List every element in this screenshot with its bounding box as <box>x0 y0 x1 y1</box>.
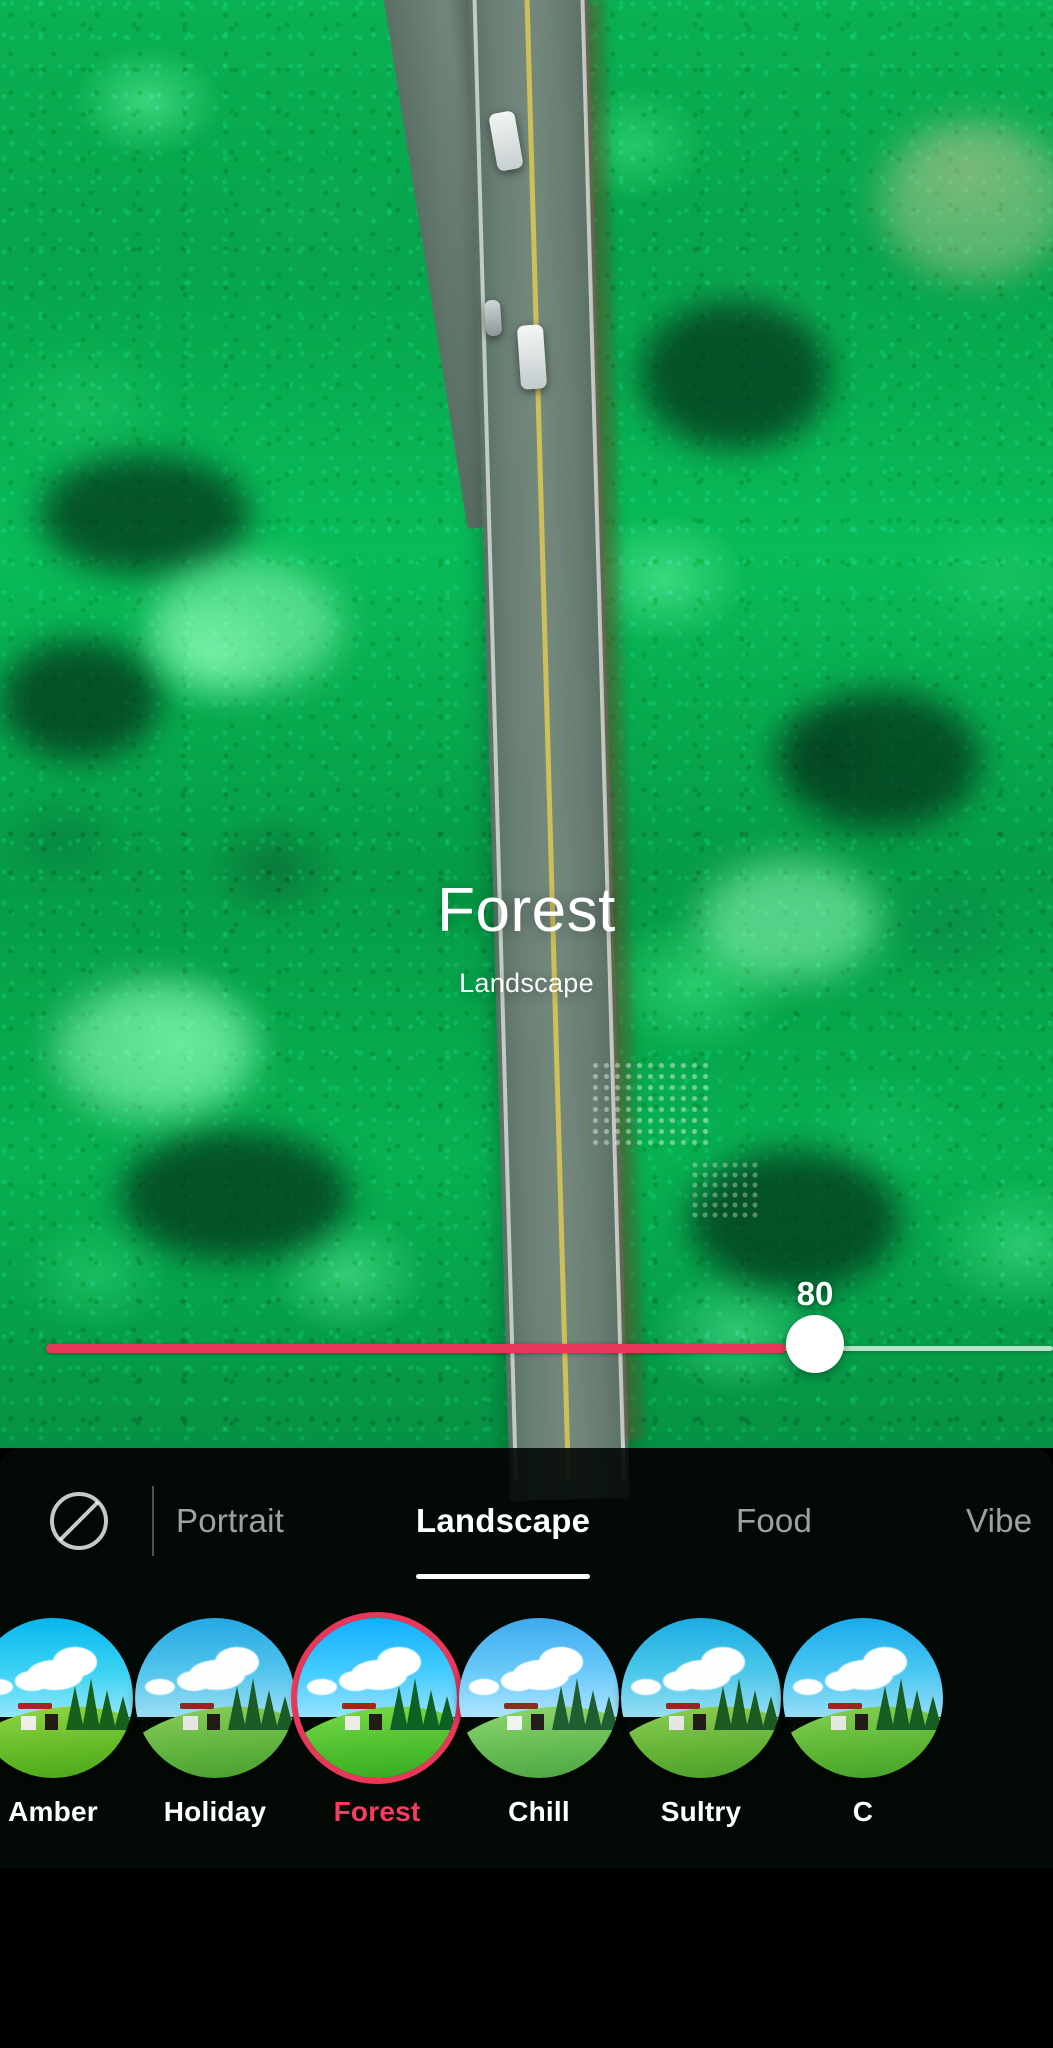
slider-value-label: 80 <box>760 1275 870 1313</box>
slider-fill <box>46 1344 786 1353</box>
category-tabbar: Portrait Landscape Food Vibe <box>0 1448 1053 1608</box>
filter-preview-image <box>459 1618 619 1778</box>
photo-preview[interactable]: Forest Landscape <box>0 0 1053 1448</box>
filter-thumbnail[interactable] <box>621 1618 781 1778</box>
filter-reel[interactable]: AmberHolidayForestChillSultryC <box>0 1618 1053 1868</box>
filter-thumbnail[interactable] <box>459 1618 619 1778</box>
filter-thumbnail[interactable] <box>783 1618 943 1778</box>
filter-preview-image <box>0 1618 133 1778</box>
system-navigation-area <box>0 1868 1053 2048</box>
tab-label: Vibe <box>966 1502 1032 1539</box>
slider-thumb[interactable] <box>786 1315 844 1373</box>
tab-label: Portrait <box>176 1502 284 1539</box>
no-filter-button[interactable] <box>48 1490 110 1552</box>
category-tabs: Portrait Landscape Food Vibe <box>176 1448 1053 1608</box>
tab-landscape[interactable]: Landscape <box>416 1490 590 1552</box>
filter-item[interactable]: C <box>768 1618 958 1828</box>
filter-preview-image <box>297 1618 457 1778</box>
bare-tree <box>590 1060 710 1150</box>
tab-portrait[interactable]: Portrait <box>176 1490 284 1552</box>
tab-vibe[interactable]: Vibe <box>966 1490 1032 1552</box>
tab-label: Food <box>736 1502 812 1539</box>
tabbar-divider <box>152 1486 154 1556</box>
vehicle <box>517 324 547 390</box>
prohibited-icon <box>48 1490 110 1552</box>
bare-tree <box>690 1160 760 1220</box>
tab-label: Landscape <box>416 1502 590 1539</box>
photo-image <box>0 0 1053 1448</box>
filter-thumbnail[interactable] <box>0 1618 133 1778</box>
filter-editor-screen: Forest Landscape 80 <box>0 0 1053 2048</box>
filter-preview-image <box>783 1618 943 1778</box>
vehicle <box>484 299 502 336</box>
tab-food[interactable]: Food <box>736 1490 812 1552</box>
filter-label: C <box>768 1796 958 1828</box>
filter-thumbnail[interactable] <box>297 1618 457 1778</box>
filter-panel: Portrait Landscape Food Vibe AmberHolidayFo… <box>0 1448 1053 1868</box>
filter-preview-image <box>135 1618 295 1778</box>
intensity-slider[interactable] <box>0 1270 1053 1400</box>
filter-preview-image <box>621 1618 781 1778</box>
active-tab-underline <box>416 1574 590 1579</box>
filter-thumbnail[interactable] <box>135 1618 295 1778</box>
road <box>0 0 1053 1448</box>
